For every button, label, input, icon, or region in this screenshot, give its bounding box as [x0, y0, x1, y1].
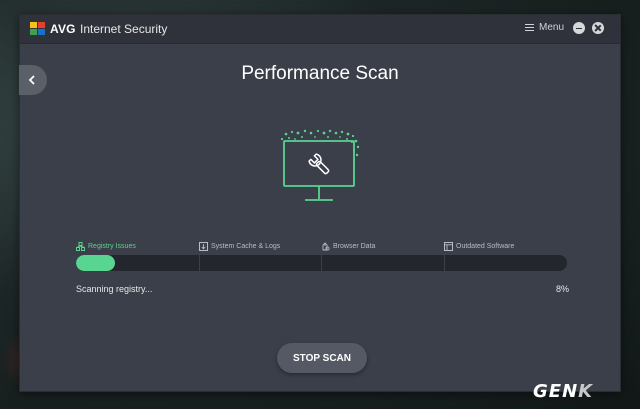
cache-icon: [199, 242, 208, 251]
close-button[interactable]: [592, 22, 604, 34]
browser-icon: [322, 242, 330, 251]
stage-browser-data: Browser Data: [321, 242, 375, 251]
brand-name: AVG: [50, 22, 76, 36]
scan-progress-bar: [76, 255, 567, 271]
product-name: Internet Security: [80, 22, 168, 36]
stage-system-cache-logs: System Cache & Logs: [199, 242, 280, 251]
menu-label: Menu: [539, 22, 565, 33]
stop-scan-button[interactable]: STOP SCAN: [277, 343, 367, 373]
software-icon: [444, 242, 453, 251]
stage-registry-issues: Registry Issues: [76, 242, 136, 251]
scan-status-text: Scanning registry...: [76, 284, 153, 294]
title-bar: AVG Internet Security Menu: [20, 15, 620, 44]
watermark-logo: GENK: [533, 381, 594, 402]
monitor-wrench-icon: [280, 129, 360, 201]
menu-button[interactable]: Menu: [525, 22, 564, 33]
stage-outdated-software: Outdated Software: [444, 242, 514, 251]
stage-divider: [444, 255, 445, 271]
scan-stages: Registry Issues System Cache & Logs Brow…: [76, 242, 568, 254]
scan-percent: 8%: [556, 284, 570, 294]
page-title: Performance Scan: [241, 63, 399, 84]
scan-progress-fill: [76, 255, 115, 271]
registry-icon: [76, 242, 85, 251]
avg-logo-icon: [30, 22, 45, 35]
stage-divider: [321, 255, 322, 271]
minimize-button[interactable]: [573, 22, 585, 34]
app-window: AVG Internet Security Menu Performance S…: [19, 14, 621, 392]
stage-divider: [199, 255, 200, 271]
hamburger-icon: [525, 23, 534, 32]
